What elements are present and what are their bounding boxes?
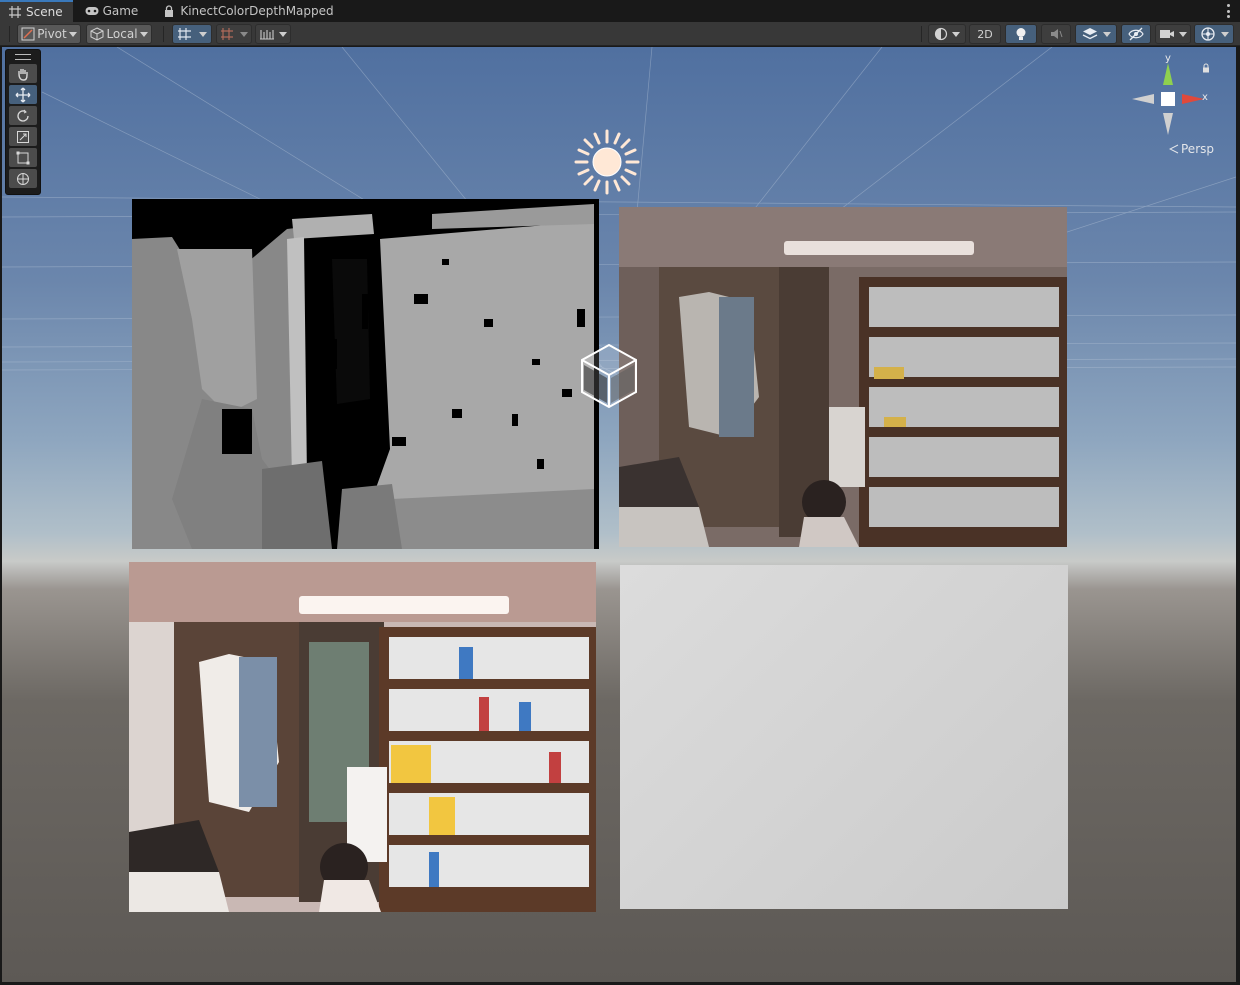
chevron-down-icon	[952, 31, 960, 37]
directional-light-sun-icon[interactable]	[574, 129, 640, 195]
color-image-panel[interactable]	[129, 562, 596, 912]
perspective-icon	[1169, 144, 1179, 154]
ruler-icon	[260, 30, 274, 40]
pivot-icon	[21, 27, 35, 41]
mapped-color-image-panel[interactable]	[619, 207, 1067, 547]
draw-mode-dropdown[interactable]	[928, 24, 966, 44]
rotate-tool-button[interactable]	[9, 106, 37, 125]
more-options-icon[interactable]	[1226, 4, 1230, 18]
local-label: Local	[106, 27, 138, 41]
tab-scene[interactable]: Scene	[0, 0, 73, 22]
hand-icon	[18, 68, 28, 81]
hand-tool-button[interactable]	[9, 64, 37, 83]
move-tool-button[interactable]	[9, 85, 37, 104]
toolbar-separator	[921, 26, 922, 42]
persp-label: Persp	[1181, 142, 1214, 156]
tab-bar: Scene Game KinectColorDepthMapped	[0, 0, 1240, 22]
projection-toggle[interactable]: Persp	[1169, 142, 1214, 156]
tab-kinect-color-depth-mapped[interactable]: KinectColorDepthMapped	[154, 0, 343, 22]
chevron-down-icon	[279, 31, 287, 37]
ruler-toggle[interactable]	[255, 24, 291, 44]
local-dropdown[interactable]: Local	[86, 24, 152, 44]
blank-white-panel[interactable]	[620, 565, 1068, 909]
transform-icon	[17, 172, 29, 185]
shading-sphere-icon	[934, 27, 948, 41]
pivot-dropdown[interactable]: Pivot	[17, 24, 81, 44]
grid-icon	[8, 5, 22, 19]
move-icon	[15, 87, 31, 102]
tab-game-label: Game	[102, 4, 139, 18]
chevron-down-icon	[199, 31, 207, 37]
chevron-down-icon	[68, 31, 77, 37]
lightbulb-icon	[1016, 28, 1026, 40]
camera-icon	[1160, 30, 1174, 38]
scene-visibility-toggle[interactable]	[1121, 24, 1151, 44]
toolbar-separator	[163, 26, 164, 42]
scale-tool-button[interactable]	[9, 127, 37, 146]
lock-icon	[162, 4, 176, 18]
gizmos-dropdown[interactable]	[1194, 24, 1234, 44]
scale-icon	[17, 130, 29, 143]
scene-toolbar: Pivot Local 2D	[0, 22, 1240, 46]
chevron-down-icon	[1220, 31, 1229, 37]
tool-palette	[5, 49, 41, 195]
scene-viewport[interactable]: y x Persp	[2, 47, 1236, 982]
game-object-cube-icon[interactable]	[578, 343, 640, 409]
increment-snapping-toggle[interactable]	[216, 24, 252, 44]
tab-kinect-label: KinectColorDepthMapped	[180, 4, 334, 18]
axis-gizmo-icon	[1132, 63, 1204, 135]
color-image	[129, 562, 596, 912]
grid-snap-icon	[178, 28, 191, 40]
chevron-down-icon	[240, 31, 248, 37]
scene-camera-dropdown[interactable]	[1155, 24, 1191, 44]
lock-icon[interactable]	[1202, 63, 1210, 73]
rotate-icon	[17, 109, 29, 122]
pivot-label: Pivot	[37, 27, 67, 41]
depth-image	[132, 199, 599, 549]
rect-icon	[16, 151, 30, 164]
depth-image-panel[interactable]	[132, 199, 599, 549]
chevron-down-icon	[139, 31, 148, 37]
speaker-muted-icon	[1051, 29, 1063, 39]
mode-2d-toggle[interactable]: 2D	[969, 24, 1001, 44]
hidden-eye-icon	[1128, 27, 1144, 41]
scene-audio-toggle[interactable]	[1041, 24, 1071, 44]
tab-game[interactable]: Game	[77, 0, 149, 22]
mapped-color-image	[619, 207, 1067, 547]
mode-2d-label: 2D	[977, 27, 993, 41]
layers-effects-icon	[1082, 28, 1097, 40]
unity-scene-window: Scene Game KinectColorDepthMapped Pivot …	[0, 0, 1240, 985]
gizmo-x-label: x	[1202, 92, 1208, 103]
gizmo-y-label: y	[1165, 53, 1171, 64]
snap-increment-icon	[221, 28, 233, 40]
effects-dropdown[interactable]	[1075, 24, 1117, 44]
scene-lighting-toggle[interactable]	[1005, 24, 1037, 44]
toolbar-separator	[9, 26, 10, 42]
gamepad-icon	[85, 4, 99, 18]
chevron-down-icon	[1179, 31, 1187, 37]
palette-grip-icon[interactable]	[15, 54, 31, 60]
grid-snapping-toggle[interactable]	[172, 24, 212, 44]
rect-tool-button[interactable]	[9, 148, 37, 167]
transform-tool-button[interactable]	[9, 169, 37, 188]
gizmos-globe-icon	[1200, 27, 1215, 41]
local-cube-icon	[90, 27, 104, 41]
chevron-down-icon	[1102, 31, 1111, 37]
tab-scene-label: Scene	[26, 5, 63, 19]
